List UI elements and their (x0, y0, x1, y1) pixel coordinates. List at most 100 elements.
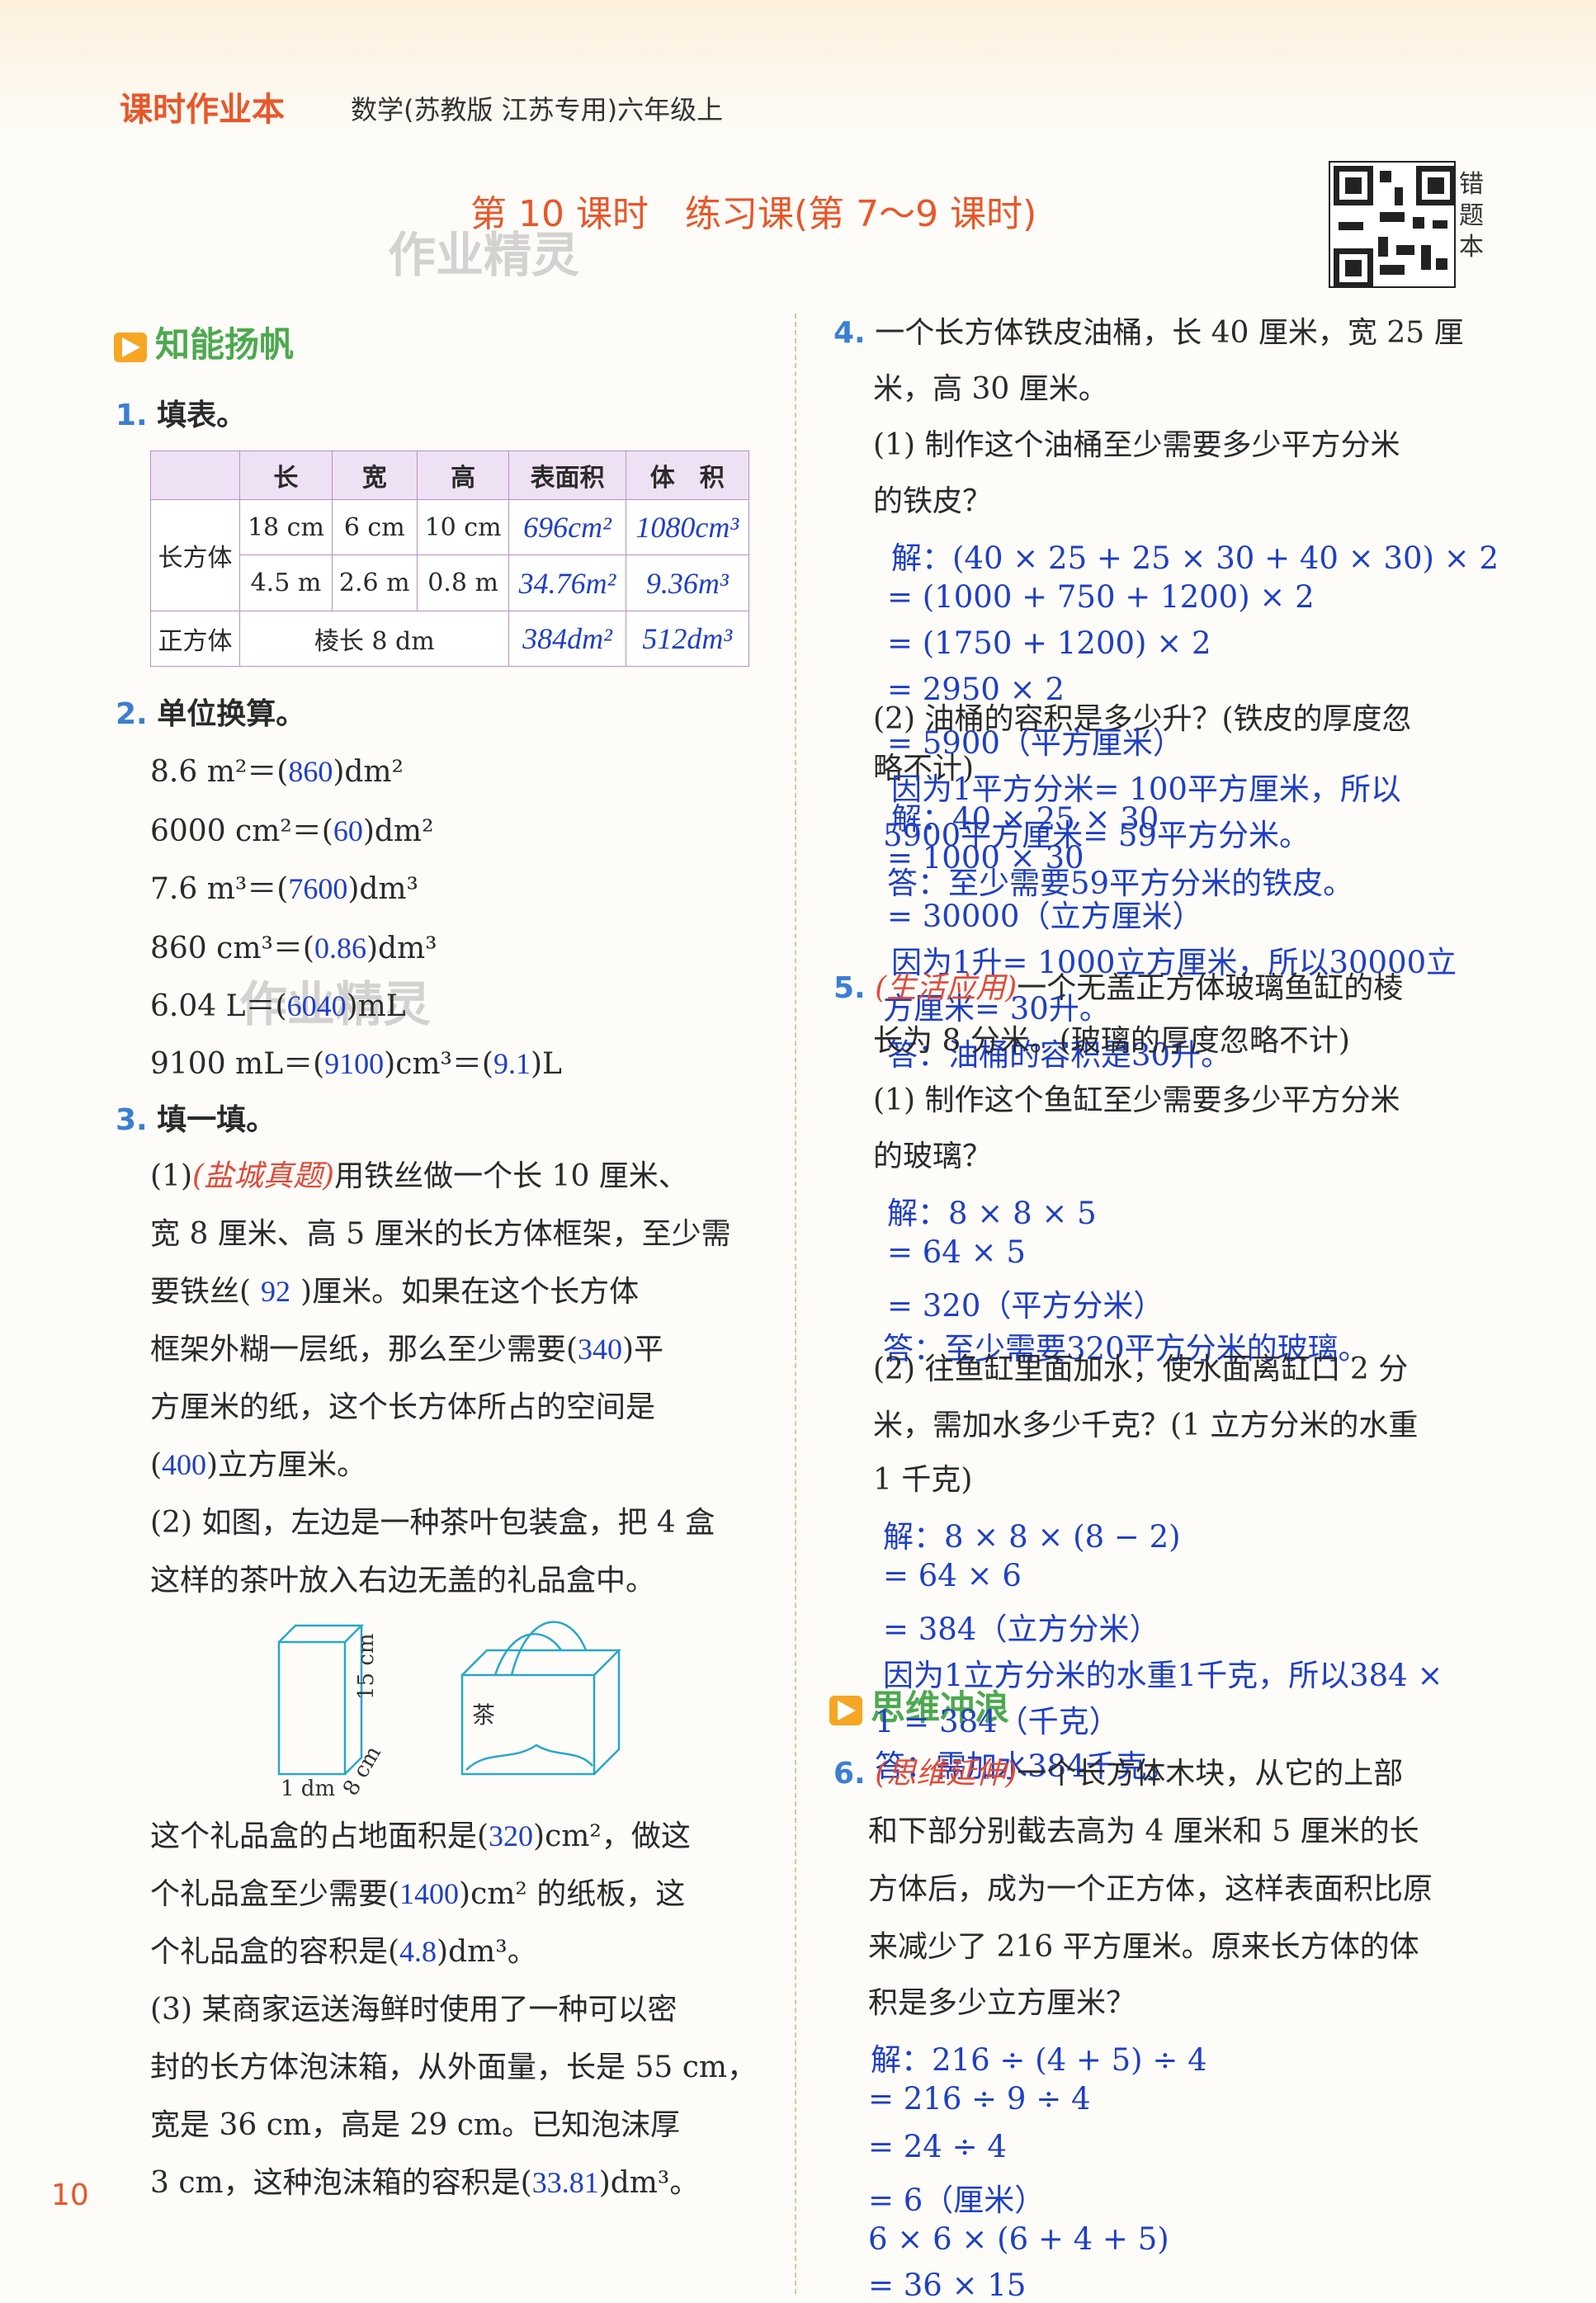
solution-line: = 36 × 15 (868, 2268, 1027, 2303)
question-title: 填表。 (157, 399, 247, 432)
question-4-line: 的铁皮？ (873, 484, 993, 518)
table-row: 4.5 m 2.6 m 0.8 m 34.76m² 9.36m³ (151, 555, 750, 611)
solution-line: = 320（平方分米） (887, 1288, 1164, 1324)
column-divider (795, 314, 796, 2294)
question-2-heading: 2. 单位换算。 (116, 690, 305, 733)
page-number: 10 (51, 2178, 89, 2212)
q3-part3-line: 3 cm，这种泡沫箱的容积是(33.81)dm³。 (150, 2166, 700, 2200)
question-6-line: 和下部分别截去高为 4 厘米和 5 厘米的长 (868, 1815, 1419, 1848)
question-title: 单位换算。 (157, 697, 306, 731)
solution-line: 6 × 6 × (6 + 4 + 5) (868, 2221, 1169, 2257)
table-cell: 4.5 m (239, 555, 333, 611)
question-number: 6. (833, 1757, 866, 1791)
watermark: 作业精灵 (388, 227, 580, 283)
question-3-heading: 3. 填一填。 (116, 1096, 276, 1139)
section-title: 知能扬帆 (155, 324, 295, 365)
question-5-line: 米，需加水多少千克？(1 立方分米的水重 (873, 1409, 1419, 1442)
table-header-row: 长 宽 高 表面积 体 积 (149, 450, 750, 501)
q3-part2-line: 这个礼品盒的占地面积是(320)cm²，做这 (150, 1819, 691, 1853)
question-5-line: 的玻璃？ (873, 1140, 993, 1173)
question-5-line: (2) 往鱼缸里面加水，使水面离缸口 2 分 (873, 1352, 1409, 1386)
conversion-item: 860 cm³＝(0.86)dm³ (150, 932, 437, 965)
answer-cell: 512dm³ (625, 610, 750, 668)
table-header: 表面积 (508, 450, 626, 501)
question-number: 2. (116, 697, 148, 731)
qr-code[interactable] (1329, 161, 1456, 288)
solution-line: = (1750 + 1200) × 2 (887, 625, 1211, 661)
row-label: 长方体 (149, 499, 241, 611)
question-5-line: (1) 制作这个鱼缸至少需要多少平方分米 (873, 1083, 1400, 1117)
solution-line: = 30000（立方厘米） (887, 899, 1203, 934)
fill-table: 长 宽 高 表面积 体 积 长方体 18 cm 6 cm 10 cm 696cm… (149, 450, 750, 668)
solution-line: 解：8 × 8 × 5 (887, 1196, 1097, 1231)
q3-part1-line: 框架外糊一层纸，那么至少需要(340)平 (150, 1333, 664, 1366)
table-cell: 18 cm (239, 499, 333, 556)
q3-part3-line: 封的长方体泡沫箱，从外面量，长是 55 cm， (150, 2051, 757, 2084)
error-book-label: 错题本 (1459, 170, 1484, 262)
width-label: 1 dm (281, 1777, 335, 1799)
question-6-line: 积是多少立方厘米？ (868, 1986, 1136, 2020)
section-heading-knowledge: 知能扬帆 (114, 317, 294, 367)
q3-part3-line: 宽是 36 cm，高是 29 cm。已知泡沫厚 (150, 2108, 680, 2142)
question-5-line: 长为 8 分米。(玻璃的厚度忽略不计) (873, 1024, 1350, 1058)
source-tag: (思维延伸) (875, 1757, 1018, 1791)
conversion-item: 6.04 L＝(6040)mL (150, 989, 406, 1023)
conversion-item: 7.6 m³＝(7600)dm³ (150, 872, 418, 906)
solution-line: = 64 × 6 (883, 1558, 1022, 1593)
table-row: 正方体 棱长 8 dm 384dm² 512dm³ (149, 610, 750, 668)
question-6-line: 方体后，成为一个正方体，这样表面积比原 (868, 1872, 1433, 1906)
solution-line: = (1000 + 750 + 1200) × 2 (887, 579, 1315, 615)
question-number: 4. (833, 316, 866, 350)
table-cell: 6 cm (331, 499, 418, 556)
q3-part2-line: 个礼品盒至少需要(1400)cm² 的纸板，这 (150, 1877, 686, 1911)
box-figure: 15 cm 1 dm 8 cm 茶 (277, 1621, 622, 1799)
q3-part1-line: 要铁丝(92)厘米。如果在这个长方体 (150, 1275, 640, 1309)
source-tag: (盐城真题) (192, 1159, 335, 1193)
solution-line: = 216 ÷ 9 ÷ 4 (868, 2081, 1091, 2117)
table-cell: 2.6 m (331, 555, 418, 611)
solution-line: = 384（立方分米） (883, 1612, 1160, 1647)
conversion-item: 9100 mL＝(9100)cm³＝(9.1)L (150, 1047, 562, 1081)
answer-cell: 34.76m² (508, 555, 626, 611)
question-number: 3. (116, 1103, 148, 1137)
row-label: 正方体 (149, 610, 241, 668)
conversion-item: 6000 cm²＝(60)dm² (150, 814, 434, 848)
table-cell: 0.8 m (416, 555, 510, 611)
source-tag: (生活应用) (875, 971, 1018, 1005)
question-5-line: 5. (生活应用)一个无盖正方体玻璃鱼缸的棱 (833, 971, 1404, 1005)
tea-label: 茶 (472, 1701, 495, 1729)
height-label: 15 cm (354, 1633, 379, 1700)
wave-icon (829, 1695, 862, 1725)
conversion-item: 8.6 m²＝(860)dm² (150, 755, 404, 789)
question-6-line: 6. (思维延伸)一个长方体木块，从它的上部 (833, 1757, 1404, 1791)
q3-part2-line: 这样的茶叶放入右边无盖的礼品盒中。 (150, 1564, 656, 1597)
question-6-line: 来减少了 216 平方厘米。原来长方体的体 (868, 1930, 1419, 1964)
solution-line: = 24 ÷ 4 (868, 2129, 1007, 2164)
solution-line: = 6（厘米） (868, 2183, 1046, 2218)
question-5-line: 1 千克) (873, 1463, 973, 1497)
table-header: 长 (239, 450, 333, 501)
table-header: 宽 (331, 450, 418, 501)
subject-label: 数学(苏教版 江苏专用)六年级上 (351, 94, 724, 125)
table-row: 长方体 18 cm 6 cm 10 cm 696cm² 1080cm³ (149, 499, 750, 611)
solution-line: 解：8 × 8 × (8 − 2) (883, 1519, 1181, 1555)
q3-part2-line: (2) 如图，左边是一种茶叶包装盒，把 4 盒 (150, 1506, 715, 1540)
q3-part1-line: (400)立方厘米。 (150, 1448, 367, 1482)
answer-cell: 696cm² (508, 499, 626, 556)
question-title: 填一填。 (157, 1103, 276, 1137)
q3-part1-line: 方厘米的纸，这个长方体所占的空间是 (150, 1390, 656, 1424)
table-cell: 10 cm (416, 499, 510, 556)
solution-line: = 64 × 5 (887, 1234, 1026, 1270)
table-header: 体 积 (625, 450, 750, 501)
question-4-line: (1) 制作这个油桶至少需要多少平方分米 (873, 428, 1400, 462)
flag-icon (114, 332, 147, 362)
table-header (149, 450, 241, 501)
solution-line: 解：(40 × 25 + 25 × 30 + 40 × 30) × 2 (891, 540, 1499, 576)
answer-cell: 384dm² (508, 610, 626, 668)
question-1-heading: 1. 填表。 (116, 391, 246, 434)
solution-line: 解：216 ÷ (4 + 5) ÷ 4 (871, 2042, 1207, 2078)
answer-cell: 1080cm³ (625, 499, 750, 556)
solution-line: 1 = 384（千克） (875, 1704, 1120, 1739)
q3-part3-line: (3) 某商家运送海鲜时使用了一种可以密 (150, 1993, 678, 2027)
q3-part1-line: (1)(盐城真题)用铁丝做一个长 10 厘米、 (150, 1159, 688, 1193)
